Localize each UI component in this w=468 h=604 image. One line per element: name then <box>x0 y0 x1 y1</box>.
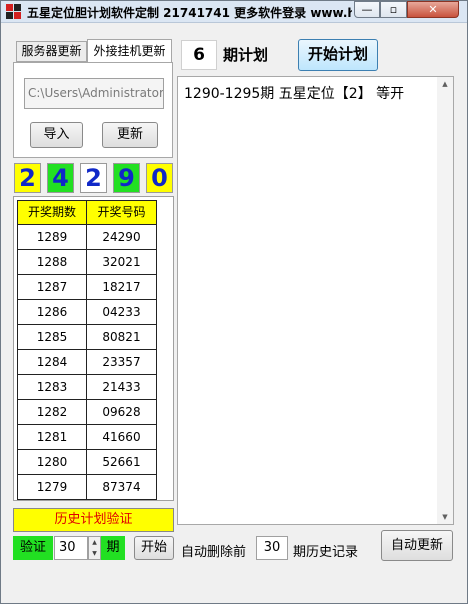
cell-number: 21433 <box>86 374 157 400</box>
app-logo-icon <box>6 4 22 20</box>
minimize-button[interactable]: — <box>354 1 380 18</box>
table-body: 1289 24290 1288 32021 1287 18217 1286 04233 1285… <box>17 224 158 500</box>
digit-box: 2 <box>80 163 107 193</box>
digit-box: 9 <box>113 163 140 193</box>
table-row[interactable]: 1279 87374 <box>17 474 158 500</box>
cell-number: 80821 <box>86 324 157 350</box>
verify-periods-stepper[interactable]: ▲ ▼ <box>88 536 101 560</box>
cell-number: 87374 <box>86 474 157 500</box>
cell-period: 1283 <box>17 374 87 400</box>
cell-period: 1284 <box>17 349 87 375</box>
table-row[interactable]: 1288 32021 <box>17 249 158 275</box>
table-row[interactable]: 1284 23357 <box>17 349 158 375</box>
digit-box: 4 <box>47 163 74 193</box>
cell-period: 1281 <box>17 424 87 450</box>
table-row[interactable]: 1282 09628 <box>17 399 158 425</box>
scroll-down-icon[interactable]: ▼ <box>437 510 453 524</box>
table-row[interactable]: 1285 80821 <box>17 324 158 350</box>
cell-number: 04233 <box>86 299 157 325</box>
table-row[interactable]: 1286 04233 <box>17 299 158 325</box>
import-button[interactable]: 导入 <box>30 122 83 148</box>
verify-label: 验证 <box>13 536 53 560</box>
update-source-tabs: 服务器更新 外接挂机更新 <box>13 39 173 63</box>
auto-delete-prefix: 自动删除前 <box>181 545 247 560</box>
cell-number: 41660 <box>86 424 157 450</box>
cell-number: 09628 <box>86 399 157 425</box>
auto-delete-suffix: 期历史记录 <box>293 545 359 560</box>
digit-box: 0 <box>146 163 173 193</box>
plan-periods-input[interactable]: 6 <box>181 40 217 70</box>
cell-number: 24290 <box>86 224 157 250</box>
cell-period: 1288 <box>17 249 87 275</box>
tab-server-update[interactable]: 服务器更新 <box>16 41 87 62</box>
close-button[interactable]: ✕ <box>407 1 459 18</box>
maximize-button[interactable]: ▫ <box>380 1 407 18</box>
table-row[interactable]: 1280 52661 <box>17 449 158 475</box>
verify-periods-input[interactable]: 30 <box>54 536 88 560</box>
cell-number: 52661 <box>86 449 157 475</box>
plan-label: 期计划 <box>223 46 269 64</box>
verify-start-button[interactable]: 开始 <box>134 536 174 560</box>
tab-plugin-update[interactable]: 外接挂机更新 <box>87 39 172 63</box>
cell-period: 1282 <box>17 399 87 425</box>
window-title: 五星定位胆计划软件定制 21741741 更多软件登录 www.hz... <box>27 6 352 20</box>
column-header-period: 开奖期数 <box>17 200 87 225</box>
output-scrollbar[interactable]: ▲ ▼ <box>437 77 453 524</box>
plugin-path-field[interactable]: C:\Users\Administrator\ <box>24 78 164 109</box>
cell-period: 1285 <box>17 324 87 350</box>
table-row[interactable]: 1283 21433 <box>17 374 158 400</box>
title-bar[interactable]: 五星定位胆计划软件定制 21741741 更多软件登录 www.hz... — … <box>1 1 467 23</box>
plugin-update-panel: C:\Users\Administrator\ 导入 更新 <box>13 62 173 158</box>
column-header-number: 开奖号码 <box>86 200 157 225</box>
table-row[interactable]: 1281 41660 <box>17 424 158 450</box>
digit-box: 2 <box>14 163 41 193</box>
cell-number: 23357 <box>86 349 157 375</box>
table-header: 开奖期数 开奖号码 <box>17 200 158 225</box>
table-row[interactable]: 1287 18217 <box>17 274 158 300</box>
cell-period: 1286 <box>17 299 87 325</box>
start-plan-button[interactable]: 开始计划 <box>298 39 378 71</box>
cell-period: 1280 <box>17 449 87 475</box>
update-button[interactable]: 更新 <box>102 122 158 148</box>
scroll-up-icon[interactable]: ▲ <box>437 77 453 91</box>
auto-delete-periods-input[interactable]: 30 <box>256 536 288 560</box>
spin-down-icon[interactable]: ▼ <box>89 548 100 559</box>
verify-unit-label: 期 <box>101 536 125 560</box>
spin-up-icon[interactable]: ▲ <box>89 537 100 548</box>
history-verify-banner: 历史计划验证 <box>13 508 174 532</box>
cell-number: 18217 <box>86 274 157 300</box>
app-window: 五星定位胆计划软件定制 21741741 更多软件登录 www.hz... — … <box>0 0 468 604</box>
table-row[interactable]: 1289 24290 <box>17 224 158 250</box>
latest-draw-digits: 2 4 2 9 0 <box>14 163 174 193</box>
plan-output-text: 1290-1295期 五星定位【2】 等开 <box>184 86 405 102</box>
cell-period: 1279 <box>17 474 87 500</box>
auto-update-button[interactable]: 自动更新 <box>381 530 453 561</box>
cell-period: 1287 <box>17 274 87 300</box>
cell-number: 32021 <box>86 249 157 275</box>
plan-output-area[interactable]: 1290-1295期 五星定位【2】 等开 ▲ ▼ <box>177 76 454 525</box>
draw-results-table[interactable]: 开奖期数 开奖号码 1289 24290 1288 32021 1287 18217 128… <box>13 196 174 501</box>
cell-period: 1289 <box>17 224 87 250</box>
